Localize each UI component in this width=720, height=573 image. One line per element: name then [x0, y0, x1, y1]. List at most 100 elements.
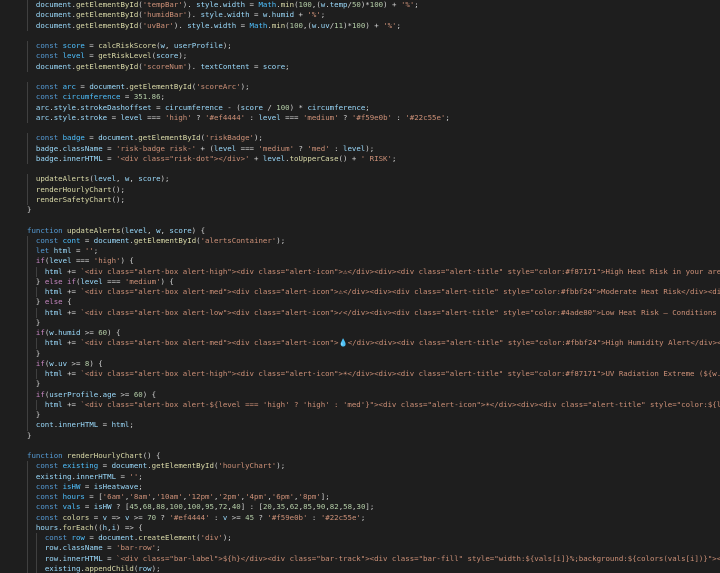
code-token: style [53, 112, 76, 122]
code-token: ). [187, 61, 201, 71]
code-line[interactable]: cont.innerHTML = html; [27, 420, 720, 431]
code-line[interactable] [27, 31, 720, 41]
code-token: strokeDashoffset [80, 102, 152, 112]
code-line[interactable]: html += `<div class="alert-box alert-hig… [27, 369, 720, 380]
code-line[interactable]: const existing = document.getElementById… [27, 461, 720, 472]
code-line[interactable]: function renderHourlyChart() { [27, 451, 720, 461]
code-line[interactable] [27, 215, 720, 225]
code-line[interactable]: renderHourlyChart(); [27, 184, 720, 195]
code-line[interactable]: if(w.uv >= 8) { [27, 358, 720, 369]
code-token: ) { [107, 328, 121, 337]
code-line[interactable]: const circumference = 351.86; [27, 92, 720, 103]
code-line[interactable]: html += `<div class="alert-box alert-hig… [27, 266, 720, 277]
code-line[interactable]: html += `<div class="alert-box alert-low… [27, 307, 720, 318]
code-line[interactable]: badge.className = 'risk-badge risk-' + (… [27, 143, 720, 154]
code-token: level [124, 225, 148, 235]
code-token: const [35, 481, 63, 491]
code-line[interactable]: } [27, 379, 720, 390]
code-line[interactable]: const colors = v => v >= 70 ? '#ef4444' … [27, 512, 720, 523]
code-token: level [262, 153, 286, 163]
code-line[interactable]: const cont = document.getElementById('al… [27, 235, 720, 246]
code-line[interactable]: let html = ''; [27, 246, 720, 257]
indent-guide [27, 266, 28, 277]
code-line[interactable]: html += `<div class="alert-box alert-${l… [27, 399, 720, 410]
code-line[interactable]: const arc = document.getElementById('sco… [27, 82, 720, 93]
code-token: uv [320, 20, 330, 30]
code-line[interactable] [27, 441, 720, 451]
indent-guide [35, 553, 37, 564]
code-line[interactable]: } else if(level === 'medium') { [27, 276, 720, 287]
code-line[interactable]: hours.forEach((h,i) => { [27, 522, 720, 533]
code-line[interactable]: const level = getRiskLevel(score); [27, 51, 720, 62]
code-line[interactable]: row.innerHTML = `<div class="bar-label">… [27, 553, 720, 564]
code-token: else [44, 297, 63, 307]
code-line[interactable]: const isHW = isHeatwave; [27, 481, 720, 492]
code-line[interactable]: arc.style.strokeDashoffset = circumferen… [27, 102, 720, 113]
code-line[interactable]: updateAlerts(level, w, score); [27, 174, 720, 185]
code-line[interactable] [27, 164, 720, 174]
code-token: 45 [129, 502, 139, 512]
vertical-scrollbar[interactable] [710, 0, 720, 573]
code-line[interactable]: document.getElementById('humidBar'). sty… [27, 10, 720, 21]
code-line[interactable]: } else { [27, 297, 720, 308]
code-token: ,( [311, 0, 321, 9]
code-line[interactable]: document.getElementById('scoreNum'). tex… [27, 61, 720, 72]
code-token: 351.86 [133, 92, 161, 102]
code-line[interactable]: const badge = document.getElementById('r… [27, 133, 720, 144]
code-token: 35 [276, 502, 286, 512]
code-token: = [89, 512, 103, 522]
code-line[interactable]: document.getElementById('tempBar'). styl… [27, 0, 720, 11]
code-line[interactable]: const hours = ['6am','8am','10am','12pm'… [27, 492, 720, 503]
code-token: renderHourlyChart [67, 451, 143, 460]
code-line[interactable]: html += `<div class="alert-box alert-med… [27, 338, 720, 349]
code-line[interactable]: } [27, 431, 720, 441]
code-line[interactable]: } [27, 317, 720, 328]
code-line[interactable]: badge.innerHTML = '<div class="risk-dot"… [27, 153, 720, 164]
code-line[interactable]: function updateAlerts(level, w, score) { [27, 226, 720, 236]
code-token: createElement [138, 533, 197, 542]
code-line[interactable]: } [27, 348, 720, 359]
code-line[interactable]: if(level === 'high') { [27, 256, 720, 267]
code-line[interactable] [27, 123, 720, 133]
code-token: html [44, 266, 63, 276]
code-line[interactable]: existing.appendChild(row); [27, 563, 720, 573]
code-token: existing [44, 563, 81, 573]
code-token: )* [343, 20, 352, 30]
code-editor[interactable]: document.getElementById('tempBar'). styl… [0, 0, 720, 573]
code-line[interactable]: if(userProfile.age >= 60) { [27, 389, 720, 400]
code-token: = [120, 92, 134, 102]
code-line[interactable] [27, 72, 720, 82]
code-token: ). [187, 10, 201, 20]
code-token: } [35, 317, 41, 327]
code-token: score [156, 51, 179, 61]
code-line[interactable]: } [27, 410, 720, 421]
code-line[interactable]: document.getElementById('uvBar'). style.… [27, 20, 720, 31]
code-line[interactable]: const score = calcRiskScore(w, userProfi… [27, 41, 720, 52]
code-line[interactable]: row.className = 'bar-row'; [27, 543, 720, 554]
code-token: hours [62, 492, 85, 501]
indent-guide [27, 358, 28, 369]
code-token: renderHourlyChart [35, 184, 112, 194]
code-area[interactable]: document.getElementById('tempBar'). styl… [27, 0, 720, 573]
code-line[interactable]: arc.style.stroke = level === 'high' ? '#… [27, 112, 720, 123]
code-line[interactable]: renderSafetyChart(); [27, 194, 720, 205]
code-line[interactable]: existing.innerHTML = ''; [27, 471, 720, 482]
code-token: className [62, 543, 103, 553]
code-token: ? [ [111, 502, 130, 512]
code-token: Math [258, 0, 277, 9]
code-line[interactable]: html += `<div class="alert-box alert-med… [27, 287, 720, 298]
code-token: uv [58, 358, 68, 368]
code-line[interactable]: } [27, 205, 720, 215]
code-token: ; [365, 102, 370, 112]
code-token: : [245, 112, 259, 122]
code-line[interactable]: const vals = isHW ? [45,68,88,100,100,95… [27, 502, 720, 513]
code-line[interactable]: const row = document.createElement('div'… [27, 533, 720, 544]
code-line[interactable]: if(w.humid >= 60) { [27, 328, 720, 339]
